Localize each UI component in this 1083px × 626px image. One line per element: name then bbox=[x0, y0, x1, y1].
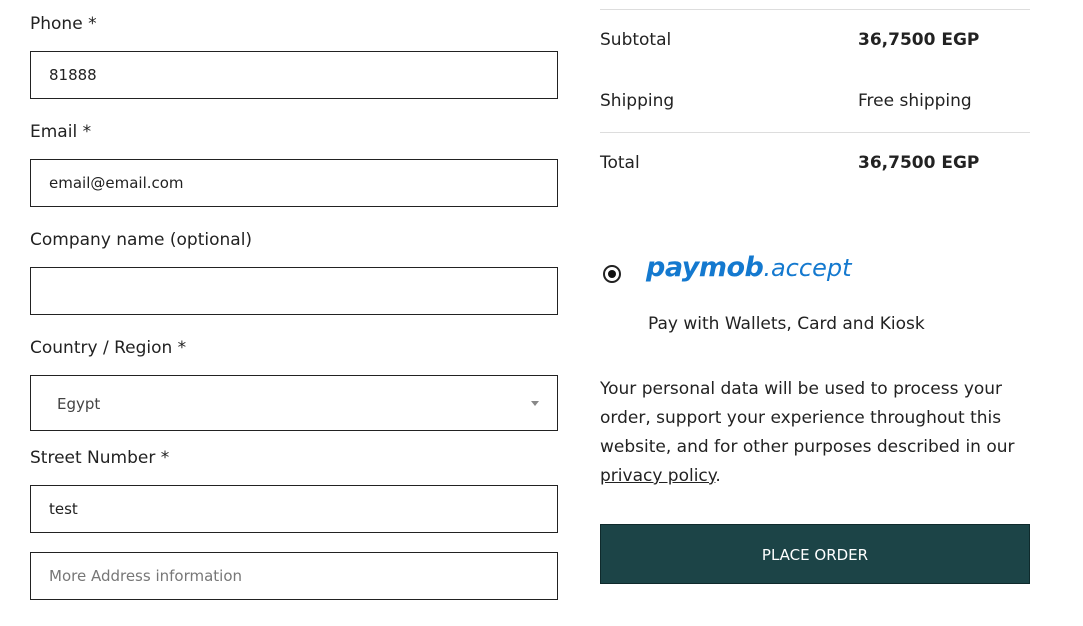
logo-suffix-text: accept bbox=[770, 254, 852, 282]
privacy-text: Your personal data will be used to proce… bbox=[600, 379, 1015, 457]
logo-brand-text: paymob bbox=[646, 252, 764, 283]
summary-total-divider bbox=[600, 132, 1030, 133]
place-order-button[interactable]: PLACE ORDER bbox=[600, 524, 1030, 584]
country-selected-value: Egypt bbox=[57, 395, 101, 413]
payment-description: Pay with Wallets, Card and Kiosk bbox=[648, 314, 925, 334]
summary-top-divider bbox=[600, 9, 1030, 10]
subtotal-label: Subtotal bbox=[600, 30, 672, 50]
company-field-box bbox=[30, 267, 558, 315]
street-label: Street Number * bbox=[30, 448, 170, 468]
total-label: Total bbox=[600, 153, 640, 173]
email-input[interactable] bbox=[31, 160, 557, 206]
phone-label: Phone * bbox=[30, 14, 97, 34]
email-field-box bbox=[30, 159, 558, 207]
total-value: 36,7500 EGP bbox=[858, 153, 980, 173]
country-select[interactable]: Egypt bbox=[30, 375, 558, 431]
privacy-end: . bbox=[715, 466, 721, 486]
phone-input[interactable] bbox=[31, 52, 557, 98]
dropdown-arrow-icon bbox=[531, 401, 539, 406]
email-label: Email * bbox=[30, 122, 92, 142]
shipping-value: Free shipping bbox=[858, 91, 972, 111]
paymob-accept-logo: paymob.accept bbox=[646, 252, 851, 283]
address2-input[interactable] bbox=[31, 553, 557, 599]
company-input[interactable] bbox=[31, 268, 557, 314]
checkout-page: Phone * Email * Company name (optional) … bbox=[0, 0, 1083, 626]
country-label: Country / Region * bbox=[30, 338, 187, 358]
logo-dot: . bbox=[763, 254, 771, 282]
address2-field-box bbox=[30, 552, 558, 600]
payment-method-radio[interactable] bbox=[603, 265, 621, 283]
company-label: Company name (optional) bbox=[30, 230, 253, 250]
privacy-policy-link[interactable]: privacy policy bbox=[600, 466, 715, 486]
phone-field-box bbox=[30, 51, 558, 99]
privacy-notice: Your personal data will be used to proce… bbox=[600, 375, 1030, 491]
street-field-box bbox=[30, 485, 558, 533]
subtotal-value: 36,7500 EGP bbox=[858, 30, 980, 50]
street-input[interactable] bbox=[31, 486, 557, 532]
shipping-label: Shipping bbox=[600, 91, 675, 111]
